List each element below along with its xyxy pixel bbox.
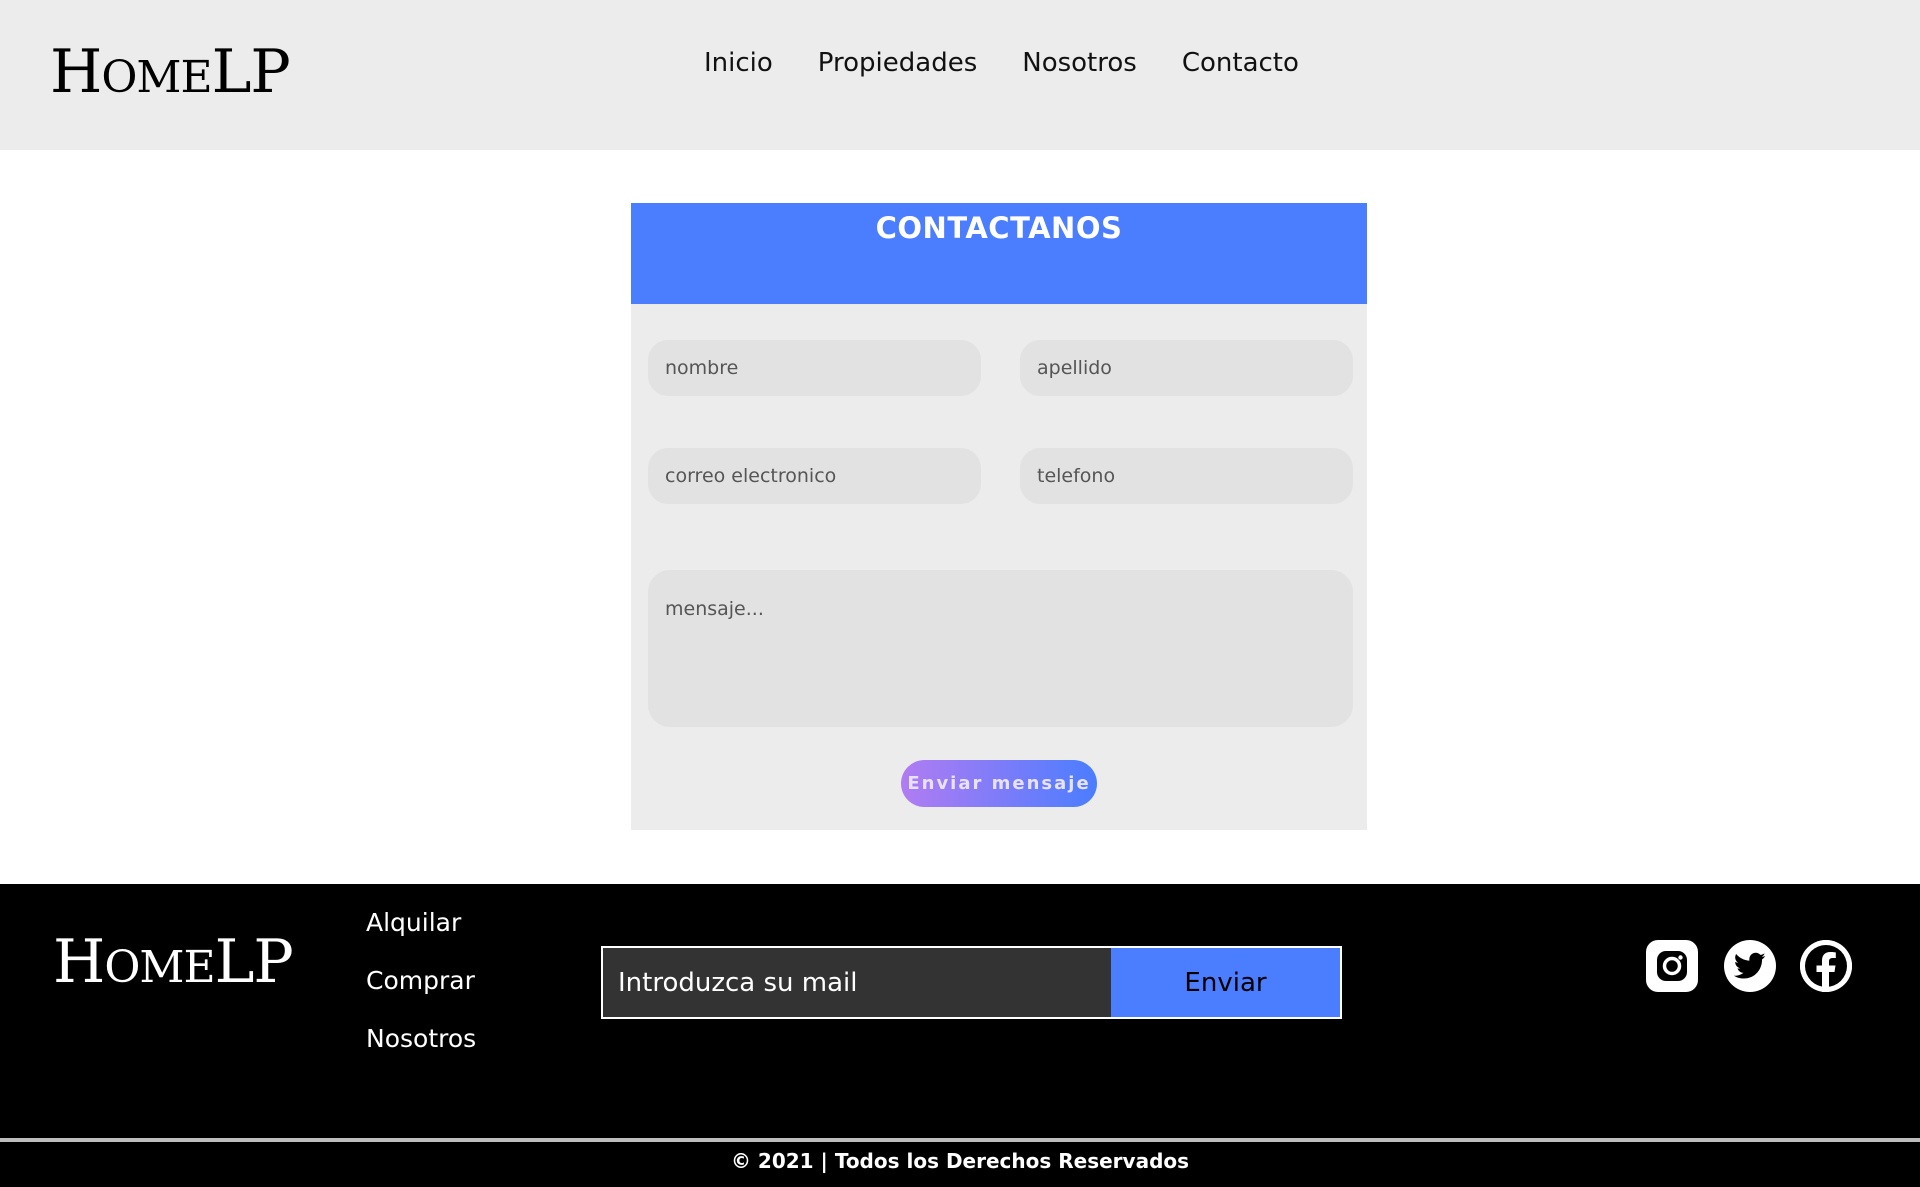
main-nav: Inicio Propiedades Nosotros Contacto bbox=[704, 48, 1299, 78]
footer-link-alquilar[interactable]: Alquilar bbox=[366, 908, 476, 937]
newsletter-email-input[interactable]: Introduzca su mail bbox=[603, 948, 1111, 1017]
newsletter-send-button[interactable]: Enviar bbox=[1111, 948, 1340, 1017]
site-footer: HOMELP Alquilar Comprar Nosotros Introdu… bbox=[0, 884, 1920, 1187]
apellido-input[interactable]: apellido bbox=[1020, 340, 1353, 396]
contact-form-header: CONTACTANOS bbox=[631, 203, 1367, 304]
nombre-input[interactable]: nombre bbox=[648, 340, 981, 396]
nav-item-propiedades[interactable]: Propiedades bbox=[818, 48, 977, 78]
footer-link-comprar[interactable]: Comprar bbox=[366, 966, 476, 995]
instagram-icon[interactable] bbox=[1646, 940, 1698, 992]
site-header: HOMELP Inicio Propiedades Nosotros Conta… bbox=[0, 0, 1920, 150]
nav-item-nosotros[interactable]: Nosotros bbox=[1022, 48, 1137, 78]
nav-item-inicio[interactable]: Inicio bbox=[704, 48, 773, 78]
footer-link-nosotros[interactable]: Nosotros bbox=[366, 1024, 476, 1053]
phone-input[interactable]: telefono bbox=[1020, 448, 1353, 504]
footer-divider bbox=[0, 1138, 1920, 1142]
site-logo[interactable]: HOMELP bbox=[50, 42, 291, 102]
footer-logo[interactable]: HOMELP bbox=[53, 932, 294, 992]
send-message-button[interactable]: Enviar mensaje bbox=[901, 760, 1097, 807]
contact-form-card: CONTACTANOS nombre apellido correo elect… bbox=[631, 203, 1367, 830]
footer-links: Alquilar Comprar Nosotros bbox=[366, 908, 476, 1082]
copyright-text: © 2021 | Todos los Derechos Reservados bbox=[730, 1149, 1190, 1173]
facebook-icon[interactable] bbox=[1800, 940, 1852, 992]
email-input[interactable]: correo electronico bbox=[648, 448, 981, 504]
nav-item-contacto[interactable]: Contacto bbox=[1182, 48, 1299, 78]
twitter-icon[interactable] bbox=[1724, 940, 1776, 992]
message-textarea[interactable]: mensaje... bbox=[648, 570, 1353, 727]
contact-form-title: CONTACTANOS bbox=[875, 211, 1123, 245]
newsletter-form: Introduzca su mail Enviar bbox=[601, 946, 1342, 1019]
